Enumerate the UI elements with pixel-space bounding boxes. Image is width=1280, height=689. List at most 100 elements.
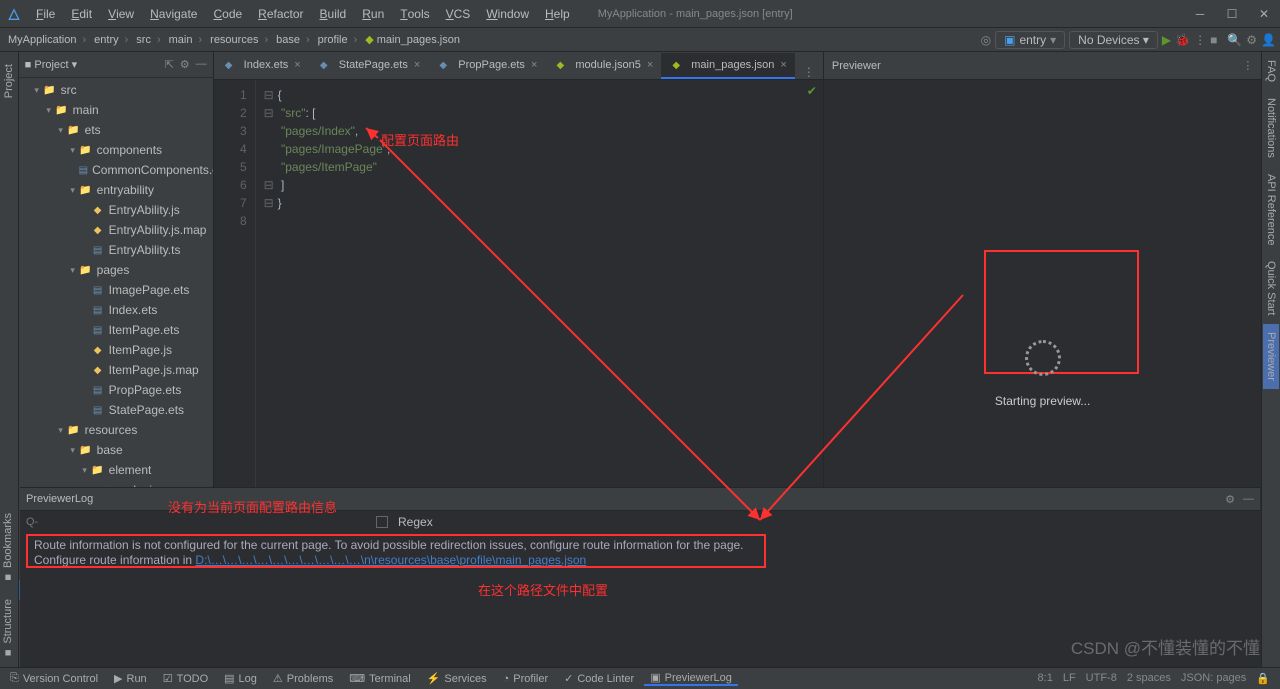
breadcrumb-item[interactable]: entry	[90, 34, 132, 46]
tree-item[interactable]: ◆ItemPage.js.map	[19, 360, 213, 380]
menu-window[interactable]: Window	[478, 0, 537, 27]
status-tool-todo[interactable]: ☑TODO	[157, 672, 214, 685]
breadcrumb-item[interactable]: main	[165, 34, 207, 46]
status-tool-terminal[interactable]: ⌨Terminal	[343, 672, 416, 685]
tree-item[interactable]: ▤PropPage.ets	[19, 380, 213, 400]
status-tool-problems[interactable]: ⚠Problems	[267, 672, 339, 685]
right-tab-notifications[interactable]: Notifications	[1263, 90, 1279, 166]
menu-view[interactable]: View	[100, 0, 142, 27]
menu-tools[interactable]: Tools	[392, 0, 437, 27]
editor-tab[interactable]: ◆Index.ets×	[214, 53, 309, 79]
lock-icon[interactable]: 🔒	[1256, 672, 1270, 685]
status-info[interactable]: LF	[1063, 672, 1076, 685]
tree-item[interactable]: ▾📁pages	[19, 260, 213, 280]
status-info[interactable]: UTF-8	[1086, 672, 1117, 685]
breadcrumb-item[interactable]: src	[132, 34, 164, 46]
hide-icon[interactable]: —	[196, 58, 207, 71]
regex-checkbox[interactable]	[376, 516, 388, 528]
menu-code[interactable]: Code	[205, 0, 250, 27]
menu-navigate[interactable]: Navigate	[142, 0, 205, 27]
status-tool-code-linter[interactable]: ✓Code Linter	[558, 672, 640, 685]
menu-run[interactable]: Run	[354, 0, 392, 27]
tree-item[interactable]: ◆EntryAbility.js	[19, 200, 213, 220]
folder-icon: 📁	[67, 123, 81, 137]
right-tab-api-reference[interactable]: API Reference	[1263, 166, 1279, 254]
menu-file[interactable]: File	[28, 0, 63, 27]
file-icon: ▤	[91, 303, 105, 317]
run-icon[interactable]: ▶	[1162, 33, 1171, 47]
status-tool-version-control[interactable]: ⎘Version Control	[4, 672, 104, 685]
right-tab-quick-start[interactable]: Quick Start	[1263, 253, 1279, 323]
tree-item[interactable]: ▾📁components	[19, 140, 213, 160]
close-tab-icon[interactable]: ×	[531, 59, 537, 71]
tree-item[interactable]: ▾📁base	[19, 440, 213, 460]
log-gear-icon[interactable]: ⚙	[1225, 493, 1235, 506]
breadcrumb-item[interactable]: ◆main_pages.json	[361, 33, 470, 46]
close-tab-icon[interactable]: ×	[647, 59, 653, 71]
more-tabs-icon[interactable]: ⋮	[795, 65, 823, 79]
menu-vcs[interactable]: VCS	[438, 0, 479, 27]
tree-item[interactable]: ▤ItemPage.ets	[19, 320, 213, 340]
status-info[interactable]: 8:1	[1038, 672, 1053, 685]
device-selector[interactable]: No Devices ▾	[1069, 31, 1158, 49]
tree-item[interactable]: ▾📁src	[19, 80, 213, 100]
debug-icon[interactable]: 🐞	[1175, 33, 1190, 47]
breadcrumb-item[interactable]: resources	[206, 34, 272, 46]
editor-tab[interactable]: ◆module.json5×	[545, 53, 661, 79]
menu-edit[interactable]: Edit	[63, 0, 100, 27]
tree-item[interactable]: ▤StatePage.ets	[19, 400, 213, 420]
analysis-ok-icon[interactable]: ✔	[807, 84, 817, 98]
tree-item[interactable]: ▤EntryAbility.ts	[19, 240, 213, 260]
close-button[interactable]: ✕	[1248, 0, 1280, 28]
close-tab-icon[interactable]: ×	[780, 59, 786, 71]
stop-icon[interactable]: ■	[1210, 33, 1217, 47]
settings-icon[interactable]: ⚙	[1246, 33, 1257, 47]
breadcrumb-item[interactable]: profile	[314, 34, 362, 46]
collapse-icon[interactable]: ⇱	[165, 58, 174, 71]
status-info[interactable]: 2 spaces	[1127, 672, 1171, 685]
maximize-button[interactable]: ☐	[1216, 0, 1248, 28]
right-tab-faq[interactable]: FAQ	[1263, 52, 1279, 90]
left-tab-structure[interactable]: ■ Structure	[0, 591, 20, 667]
folder-icon: 📁	[79, 143, 93, 157]
gear-icon[interactable]: ⚙	[180, 58, 190, 71]
more-run-icon[interactable]: ⋮	[1194, 33, 1206, 47]
status-tool-services[interactable]: ⚡Services	[421, 672, 493, 685]
breadcrumb-item[interactable]: base	[272, 34, 314, 46]
left-tab-bookmarks[interactable]: ■ Bookmarks	[0, 505, 20, 591]
log-search-input[interactable]	[26, 516, 366, 528]
user-icon[interactable]: 👤	[1261, 33, 1276, 47]
tree-item[interactable]: ▤CommonComponents.ets	[19, 160, 213, 180]
status-tool-profiler[interactable]: ◔Profiler	[497, 673, 555, 685]
close-tab-icon[interactable]: ×	[414, 59, 420, 71]
breadcrumb-item[interactable]: MyApplication	[4, 34, 90, 46]
tree-item[interactable]: ▤Index.ets	[19, 300, 213, 320]
editor-tab[interactable]: ◆PropPage.ets×	[428, 53, 545, 79]
status-tool-previewerlog[interactable]: ▣PreviewerLog	[644, 671, 738, 686]
tree-item[interactable]: ◆ItemPage.js	[19, 340, 213, 360]
status-tool-run[interactable]: ▶Run	[108, 672, 153, 685]
menu-refactor[interactable]: Refactor	[250, 0, 311, 27]
tree-item[interactable]: ▾📁ets	[19, 120, 213, 140]
log-hide-icon[interactable]: —	[1243, 493, 1254, 506]
tree-item[interactable]: ▾📁entryability	[19, 180, 213, 200]
tool-icon: ◔	[503, 673, 510, 685]
tree-item[interactable]: ▾📁main	[19, 100, 213, 120]
tree-item[interactable]: ▾📁element	[19, 460, 213, 480]
menu-help[interactable]: Help	[537, 0, 578, 27]
target-icon[interactable]: ◎	[981, 33, 991, 47]
minimize-button[interactable]: ─	[1184, 0, 1216, 28]
status-info[interactable]: JSON: pages	[1181, 672, 1246, 685]
editor-tab[interactable]: ◆main_pages.json×	[661, 53, 795, 79]
editor-tab[interactable]: ◆StatePage.ets×	[309, 53, 429, 79]
tree-item[interactable]: ▾📁resources	[19, 420, 213, 440]
search-icon[interactable]: 🔍	[1227, 33, 1242, 47]
previewer-menu-icon[interactable]: ⋮	[1242, 59, 1253, 72]
run-config-selector[interactable]: ▣entry▾	[995, 31, 1065, 49]
menu-build[interactable]: Build	[312, 0, 355, 27]
status-tool-log[interactable]: ▤Log	[218, 672, 263, 685]
tree-item[interactable]: ◆EntryAbility.js.map	[19, 220, 213, 240]
right-tab-previewer[interactable]: Previewer	[1263, 324, 1279, 389]
tree-item[interactable]: ▤ImagePage.ets	[19, 280, 213, 300]
close-tab-icon[interactable]: ×	[294, 59, 300, 71]
